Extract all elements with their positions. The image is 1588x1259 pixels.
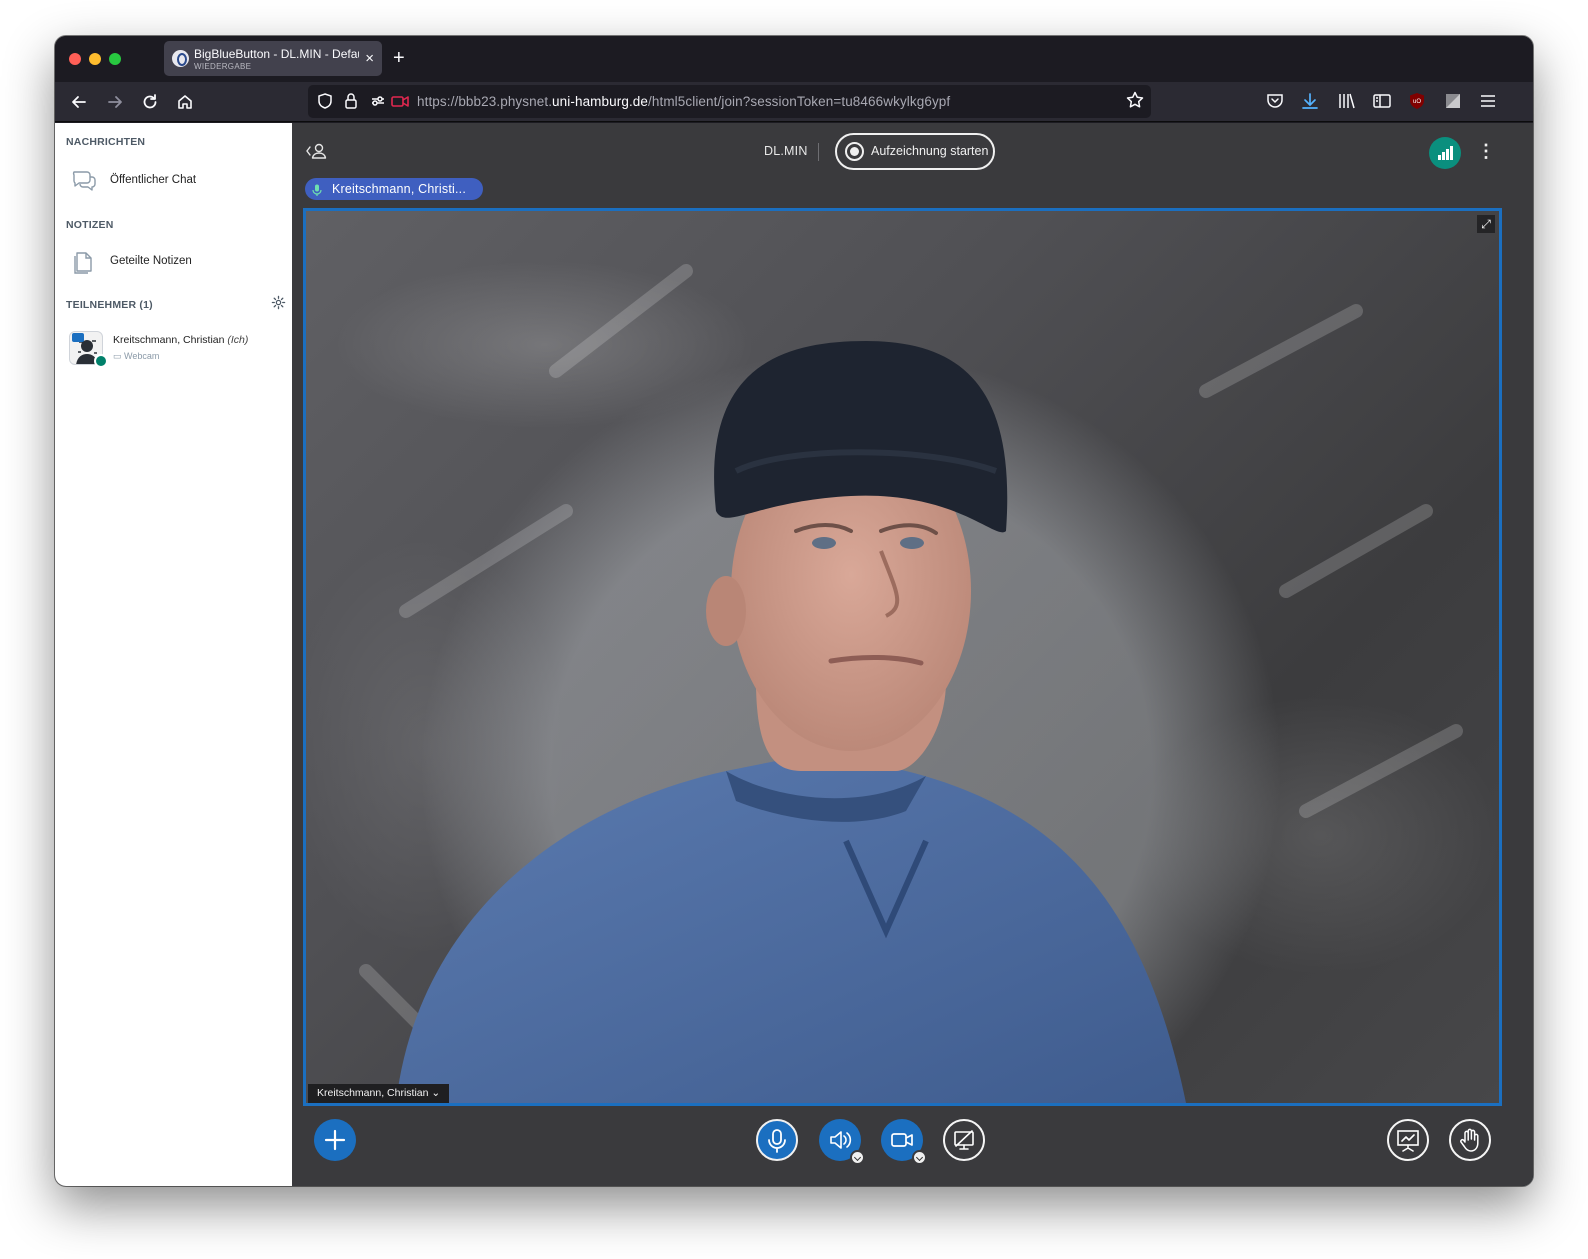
forward-arrow-icon[interactable] <box>104 91 126 113</box>
record-icon <box>845 142 864 161</box>
tracking-shield-icon[interactable] <box>317 92 333 110</box>
chevron-down-icon[interactable] <box>912 1150 927 1165</box>
shared-notes-item[interactable]: Geteilte Notizen <box>66 245 286 279</box>
talking-indicator[interactable]: Kreitschmann, Christi... <box>305 178 483 200</box>
svg-text:uO: uO <box>1413 99 1421 105</box>
record-label: Aufzeichnung starten <box>871 144 989 158</box>
participant-item[interactable]: Kreitschmann, Christian (Ich) ▭ Webcam <box>66 329 286 369</box>
extension-icon[interactable] <box>1442 91 1464 113</box>
public-chat-label: Öffentlicher Chat <box>110 174 197 186</box>
video-button[interactable] <box>881 1119 927 1165</box>
participants-header: TEILNEHMER (1) <box>66 299 153 311</box>
gear-icon[interactable] <box>271 295 286 314</box>
shared-notes-label: Geteilte Notizen <box>110 255 192 267</box>
chevron-down-icon[interactable] <box>850 1150 865 1165</box>
talker-name: Kreitschmann, Christi... <box>332 182 467 196</box>
public-chat-item[interactable]: Öffentlicher Chat <box>66 164 286 198</box>
tab-close-icon[interactable]: × <box>365 50 374 67</box>
pocket-icon[interactable] <box>1264 91 1286 113</box>
browser-window: BigBlueButton - DL.MIN - Default WIEDERG… <box>55 36 1533 1186</box>
microphone-icon <box>758 1121 796 1159</box>
plus-icon <box>314 1119 356 1161</box>
presentation-button[interactable] <box>1387 1119 1429 1161</box>
meeting-name: DL.MIN <box>764 144 808 158</box>
screen-share-icon <box>945 1121 983 1159</box>
audio-button[interactable] <box>819 1119 865 1165</box>
minimize-window-button[interactable] <box>89 53 101 65</box>
more-options-icon[interactable]: ⋮ <box>1477 139 1495 163</box>
webcam-badge-icon <box>72 333 84 342</box>
back-arrow-icon[interactable] <box>68 91 90 113</box>
bigbluebutton-favicon-icon <box>172 50 189 67</box>
reload-icon[interactable] <box>139 91 161 113</box>
url-bar[interactable]: https://bbb23.physnet.uni-hamburg.de/htm… <box>308 85 1151 118</box>
hand-icon <box>1451 1121 1489 1159</box>
url-text: https://bbb23.physnet.uni-hamburg.de/htm… <box>417 94 951 109</box>
new-tab-button[interactable]: + <box>393 47 405 69</box>
notes-header: NOTIZEN <box>66 219 114 231</box>
microphone-status-icon <box>94 354 108 368</box>
close-window-button[interactable] <box>69 53 81 65</box>
library-icon[interactable] <box>1335 91 1357 113</box>
screen-share-button[interactable] <box>943 1119 985 1161</box>
messages-header: NACHRICHTEN <box>66 136 146 148</box>
camera-sharing-icon[interactable] <box>391 92 409 110</box>
actions-button[interactable] <box>314 1119 356 1161</box>
permissions-icon[interactable] <box>370 92 386 110</box>
action-bar <box>292 1113 1533 1186</box>
navigation-bar: https://bbb23.physnet.uni-hamburg.de/htm… <box>55 82 1533 122</box>
download-icon[interactable] <box>1299 91 1321 113</box>
webcam-video[interactable]: ⤢ Kreitschmann, Christian ⌄ <box>303 208 1502 1106</box>
header-divider <box>818 143 819 161</box>
ublock-icon[interactable]: uO <box>1406 91 1428 113</box>
hamburger-menu-icon[interactable] <box>1477 91 1499 113</box>
page-content: NACHRICHTEN Öffentlicher Chat NOTIZEN Ge… <box>55 123 1533 1186</box>
participant-status: ▭ Webcam <box>113 351 160 361</box>
notes-icon <box>70 247 98 275</box>
start-recording-button[interactable]: Aufzeichnung starten <box>835 133 995 170</box>
microphone-button[interactable] <box>756 1119 798 1161</box>
fullscreen-icon[interactable]: ⤢ <box>1477 215 1495 233</box>
raise-hand-button[interactable] <box>1449 1119 1491 1161</box>
webcam-user-label[interactable]: Kreitschmann, Christian ⌄ <box>308 1084 450 1103</box>
browser-tab[interactable]: BigBlueButton - DL.MIN - Default WIEDERG… <box>164 41 382 76</box>
participant-name: Kreitschmann, Christian (Ich) <box>113 334 249 346</box>
star-icon[interactable] <box>1125 90 1145 115</box>
lock-icon[interactable] <box>344 92 358 110</box>
chat-icon <box>70 166 98 194</box>
meeting-area: DL.MIN Aufzeichnung starten ⋮ Kreitschma… <box>292 123 1533 1186</box>
tab-strip: BigBlueButton - DL.MIN - Default WIEDERG… <box>55 36 1533 82</box>
user-list-toggle-icon[interactable] <box>305 141 329 167</box>
sidebar-icon[interactable] <box>1371 91 1393 113</box>
connection-status-icon[interactable] <box>1429 137 1461 169</box>
meeting-top-bar: DL.MIN Aufzeichnung starten ⋮ <box>292 123 1533 179</box>
user-list-sidebar: NACHRICHTEN Öffentlicher Chat NOTIZEN Ge… <box>55 123 292 1186</box>
tab-subtitle: WIEDERGABE <box>194 62 252 71</box>
microphone-icon <box>312 183 322 196</box>
zoom-window-button[interactable] <box>109 53 121 65</box>
tab-title: BigBlueButton - DL.MIN - Default <box>194 47 359 61</box>
webcam-person-image <box>359 264 1463 1103</box>
presentation-icon <box>1389 1121 1427 1159</box>
home-icon[interactable] <box>174 91 196 113</box>
